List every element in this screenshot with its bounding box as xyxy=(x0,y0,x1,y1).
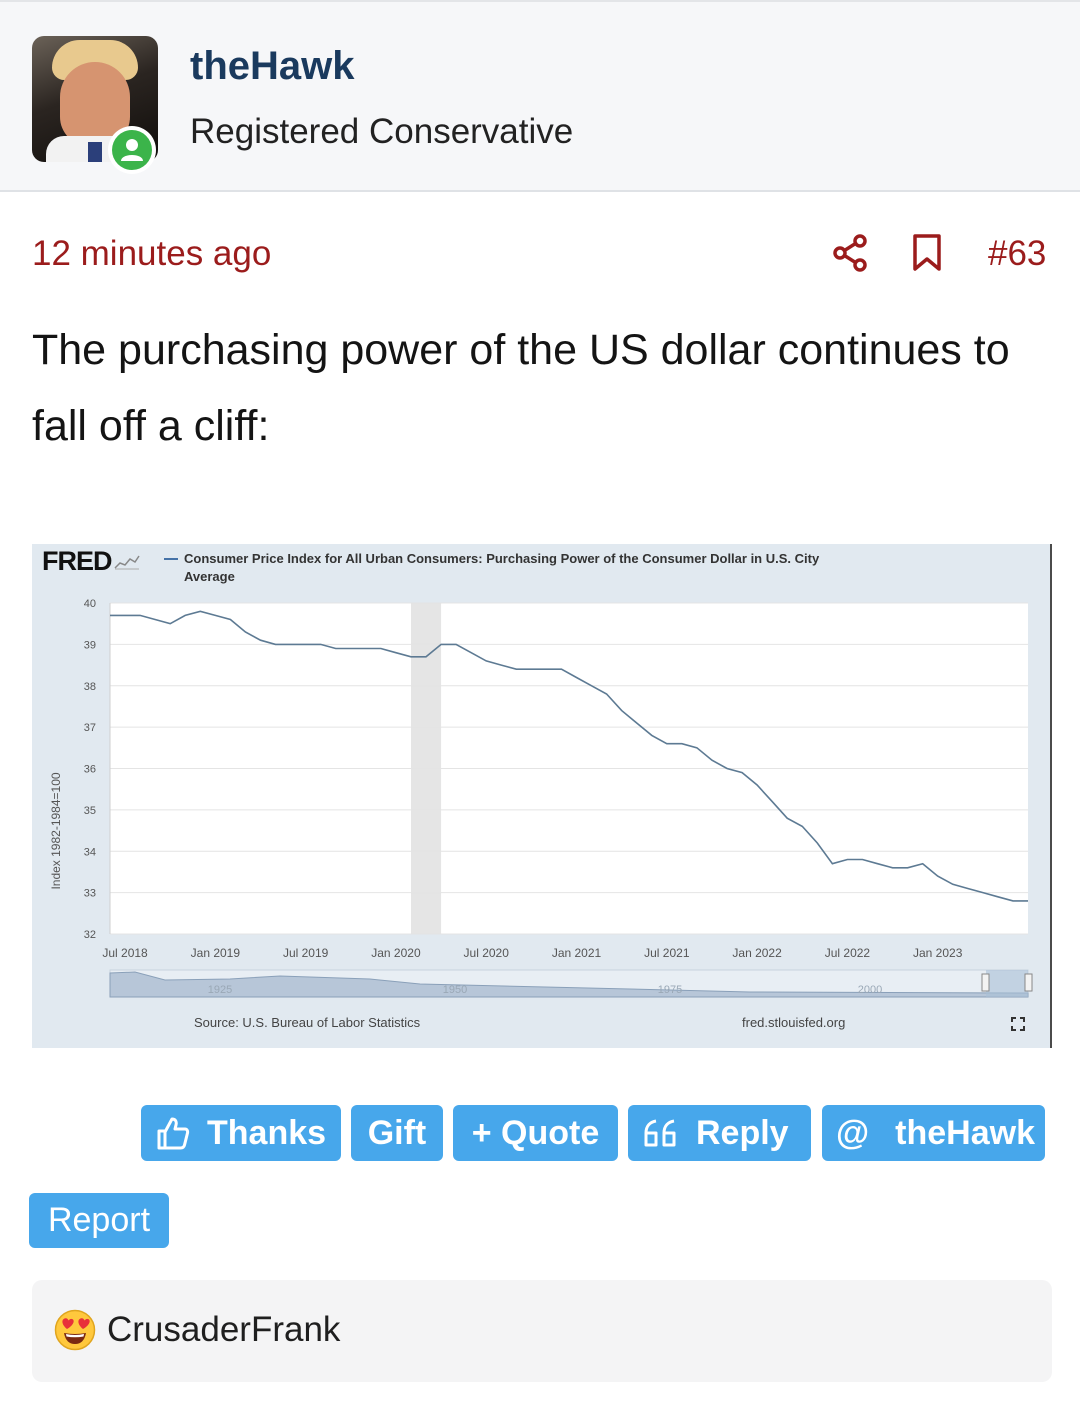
y-tick-label: 32 xyxy=(84,929,96,941)
author-user-title: Registered Conservative xyxy=(190,112,574,151)
y-tick-label: 37 xyxy=(84,722,96,734)
navigator-year-label: 1975 xyxy=(658,984,682,996)
navigator-year-label: 2000 xyxy=(858,984,882,996)
x-tick-label: Jul 2022 xyxy=(825,946,871,960)
x-tick-label: Jul 2018 xyxy=(102,946,148,960)
post-timestamp[interactable]: 12 minutes ago xyxy=(32,234,271,274)
thumbs-up-icon xyxy=(155,1115,191,1151)
bookmark-icon[interactable] xyxy=(911,233,943,278)
reply-button[interactable]: Reply xyxy=(628,1105,811,1161)
navigator-selection xyxy=(986,970,1028,997)
y-tick-label: 40 xyxy=(84,598,96,610)
y-tick-label: 39 xyxy=(84,639,96,651)
gift-label: Gift xyxy=(367,1113,427,1152)
x-tick-label: Jul 2020 xyxy=(464,946,510,960)
x-tick-label: Jan 2021 xyxy=(552,946,602,960)
reactions-bar[interactable]: CrusaderFrank xyxy=(32,1280,1052,1382)
quote-button[interactable]: + Quote xyxy=(453,1105,618,1161)
x-tick-label: Jan 2023 xyxy=(913,946,963,960)
post-body-text: The purchasing power of the US dollar co… xyxy=(32,326,1010,450)
thanks-button[interactable]: Thanks xyxy=(141,1105,341,1161)
online-user-icon xyxy=(108,126,156,174)
quote-mark-icon xyxy=(642,1117,680,1149)
navigator-handle xyxy=(1024,973,1033,992)
chart-site-text: fred.stlouisfed.org xyxy=(742,1015,846,1030)
mention-button[interactable]: @ theHawk xyxy=(822,1105,1045,1161)
post-number-link[interactable]: #63 xyxy=(988,234,1046,274)
expand-icon[interactable] xyxy=(1010,1016,1026,1037)
y-tick-label: 34 xyxy=(84,846,96,858)
avatar-tie xyxy=(88,142,102,162)
gift-button[interactable]: Gift xyxy=(351,1105,443,1161)
share-icon[interactable] xyxy=(832,233,868,278)
reaction-username[interactable]: CrusaderFrank xyxy=(107,1310,340,1350)
quote-label: + Quote xyxy=(471,1113,600,1152)
chart-source-text: Source: U.S. Bureau of Labor Statistics xyxy=(194,1015,421,1030)
navigator-year-label: 1925 xyxy=(208,984,232,996)
fred-chart-image[interactable]: FRED Consumer Price Index for All Urban … xyxy=(32,544,1052,1048)
thanks-label: Thanks xyxy=(207,1113,327,1152)
navigator-year-label: 1950 xyxy=(443,984,467,996)
x-tick-label: Jan 2019 xyxy=(191,946,241,960)
y-tick-label: 38 xyxy=(84,681,96,693)
reply-label: Reply xyxy=(696,1113,789,1152)
heart-eyes-emoji-icon xyxy=(54,1309,96,1356)
at-sign-icon: @ xyxy=(836,1113,870,1152)
x-tick-label: Jul 2019 xyxy=(283,946,329,960)
mention-label: theHawk xyxy=(895,1113,1035,1152)
x-tick-label: Jul 2021 xyxy=(644,946,690,960)
y-tick-label: 35 xyxy=(84,805,96,817)
y-tick-label: 33 xyxy=(84,888,96,900)
x-tick-label: Jan 2022 xyxy=(732,946,782,960)
y-tick-label: 36 xyxy=(84,764,96,776)
post-author-header: theHawk Registered Conservative xyxy=(0,0,1080,192)
report-button[interactable]: Report xyxy=(29,1193,169,1248)
navigator-handle xyxy=(981,973,990,992)
author-username[interactable]: theHawk xyxy=(190,44,355,89)
x-tick-label: Jan 2020 xyxy=(371,946,421,960)
chart-plot-svg: 32 33 34 35 36 37 38 39 40 Jul 2018 Jan 2019 Jul 20… xyxy=(84,598,1033,998)
